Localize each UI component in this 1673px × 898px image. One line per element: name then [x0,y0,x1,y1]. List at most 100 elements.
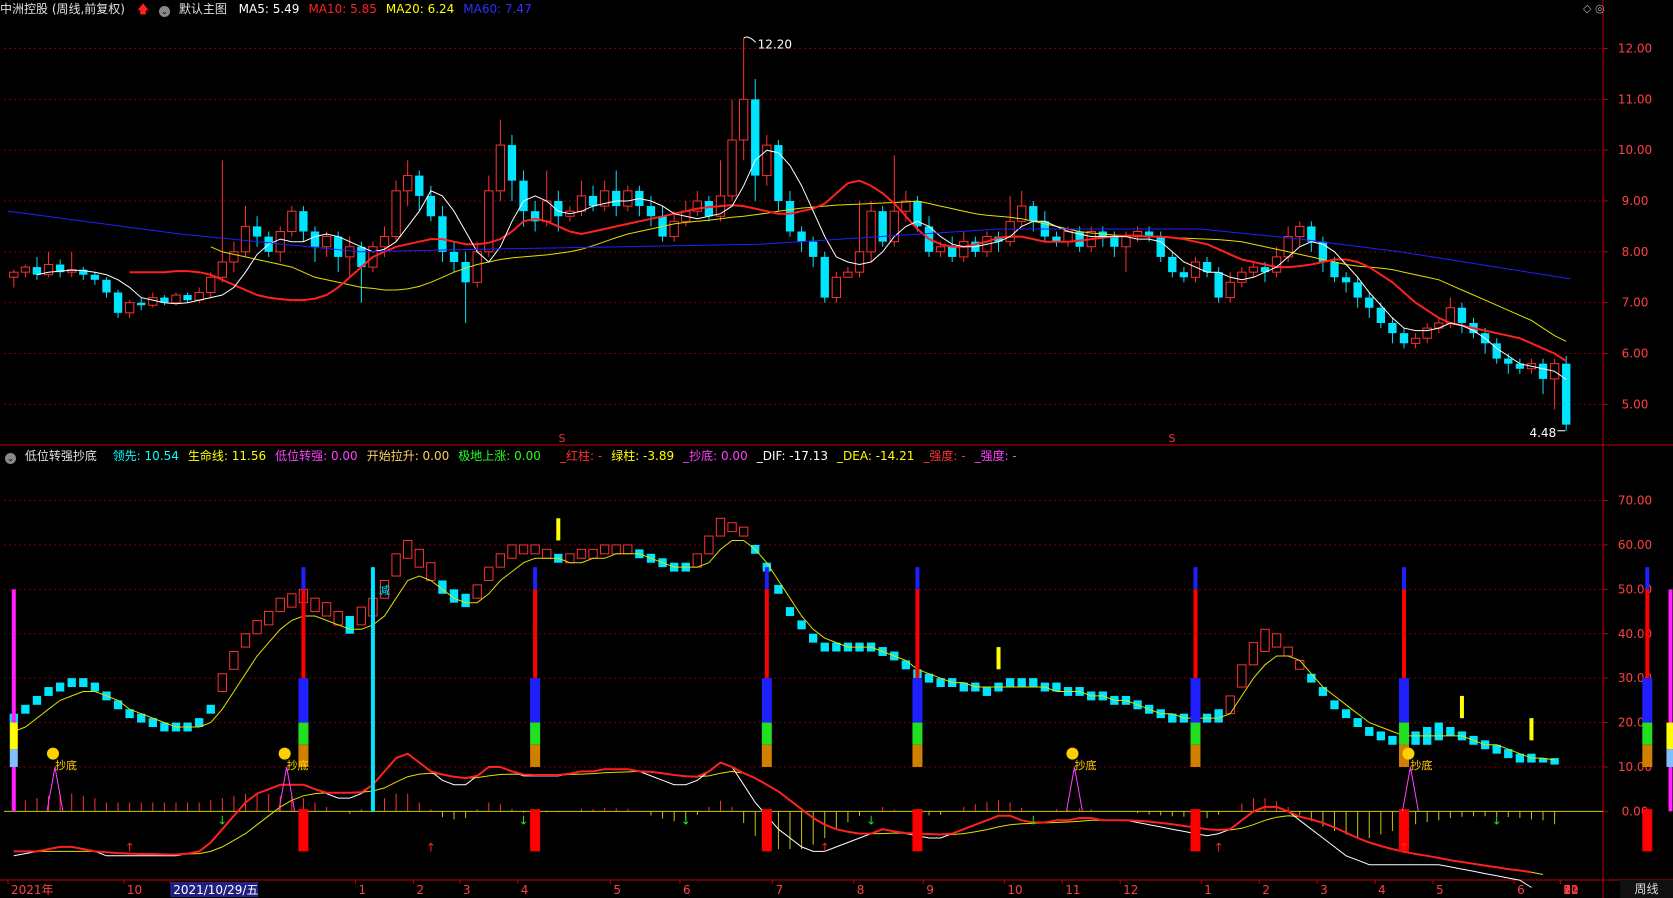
signal-stack-base [1642,809,1653,852]
high-price-arrow [743,36,757,43]
window-controls-icon[interactable]: ◇ ◎ [1583,2,1605,15]
lead-bar-down [982,687,992,696]
candle-up [124,302,135,314]
candle-up [1121,236,1131,248]
lead-bar-up [1248,642,1259,666]
signal-stack-lightblue [9,749,18,767]
time-tick-label: 9 [926,883,934,897]
buy-arrow-icon: ↑ [426,840,436,854]
candle-down [1562,363,1571,425]
candle-down [1538,363,1548,379]
time-tick-label: 1 [359,883,367,897]
candle-up [866,210,876,253]
indicator-value-b-6: _强度: - [974,449,1017,463]
signal-stack-blue [1642,678,1653,723]
signal-stack-base [912,809,923,852]
time-tick-label: 6 [1517,883,1525,897]
indicator-value-b-2: _抄底: 0.00 [683,449,748,463]
signal-stack-blue [912,678,923,723]
peak-yellow-marker [1529,718,1534,741]
candle-down [1341,277,1351,283]
s-marker: S [1169,432,1176,445]
candle-up [576,195,587,212]
lead-bar-down [90,682,100,692]
candle-down [426,195,436,217]
low-to-strong-bar [1668,589,1673,812]
indicator-legend: 领先: 10.54 生命线: 11.56 低位转强: 0.00 开始拉升: 0.00 极… [113,449,550,463]
candle-down [90,274,100,280]
main-indicator-menu[interactable]: 默认主图 [179,2,227,16]
indicator-value-b-3: _DIF: -17.13 [756,449,828,463]
signal-stack-blue-tip [301,567,306,590]
dif-line [13,753,1532,888]
stock-title[interactable]: 中洲控股 (周线,前复权) [0,2,125,16]
lead-bar-up [518,544,529,555]
indicator-name[interactable]: 低位转强抄底 [25,449,97,463]
indicator-tick-label: 70.00 [1618,494,1652,508]
peak-yellow-marker [1459,695,1464,719]
time-tick-label: 3 [1320,883,1328,897]
lead-bar-down [1017,678,1026,688]
signal-stack-base [761,809,772,852]
lead-bar-down [44,687,53,696]
lead-bar-down [1341,709,1351,719]
candle-up [738,98,749,141]
time-tick-label: 10 [1007,883,1022,897]
bottom-signal-label: 抄底 [1074,758,1096,772]
time-tick-label: 5 [613,883,621,897]
candle-down [1168,256,1177,273]
buy-arrow-icon: ↑ [1399,840,1409,854]
signal-stack-red [533,589,538,679]
candle-down [438,216,447,252]
signal-stack-blue-tip [764,567,769,590]
candle-down [774,145,783,201]
time-tick-label: 2 [1262,883,1270,897]
arrow-up-icon: 🡅 [136,2,150,16]
indicator-value-b-0: _红柱: - [560,449,603,463]
candle-down [1376,307,1386,323]
signal-stack-red [301,589,306,679]
time-tick-label: 10 [127,883,142,897]
candle-down [1156,236,1165,257]
lead-bar-down [113,700,123,710]
candle-up [1237,271,1247,283]
signal-stack-blue [1399,678,1410,723]
time-tick-label: 3 [463,883,471,897]
signal-stack-blue-tip [1402,567,1407,590]
cycle-button[interactable]: 周线 [1620,880,1673,898]
indicator-header: ⌄ 低位转强抄底 领先: 10.54 生命线: 11.56 低位转强: 0.00 开始… [0,447,555,465]
face-icon [278,747,291,760]
lead-bar-up [472,584,482,599]
lead-bar-up [738,526,749,537]
lead-bar-up [727,522,737,533]
price-tick-label: 11.00 [1618,92,1652,106]
indicator-value-3: 开始拉升: 0.00 [366,449,450,463]
lead-bar-up [542,548,552,559]
chevron-down-icon[interactable]: ⌄ [5,453,16,464]
signal-stack-base [298,809,309,852]
lead-bar-up [623,544,633,555]
candle-down [704,201,714,217]
lead-bar-up [321,602,332,617]
lead-bar-up [1283,646,1293,657]
time-tick-label: 7 [776,883,784,897]
lead-bar-up [1271,633,1282,648]
candle-up [935,246,946,253]
sell-arrow-icon: ↓ [681,814,691,828]
candle-up [1248,266,1259,273]
strength-red-line [13,752,1532,874]
signal-stack-red [1402,589,1407,679]
lead-bar-up [576,548,587,559]
candle-down [612,190,621,207]
candle-up [403,175,413,192]
lead-bar-up [310,597,320,613]
lead-bar-up [333,611,343,626]
buy-arrow-icon: ↑ [125,840,135,854]
lead-bar-up [356,606,367,626]
candle-down [334,236,343,257]
chevron-down-icon[interactable]: ⌄ [159,6,170,17]
candle-down [785,201,795,232]
lead-bar-down [808,633,818,643]
candle-down [1457,307,1467,323]
lead-bar-down [67,678,76,688]
